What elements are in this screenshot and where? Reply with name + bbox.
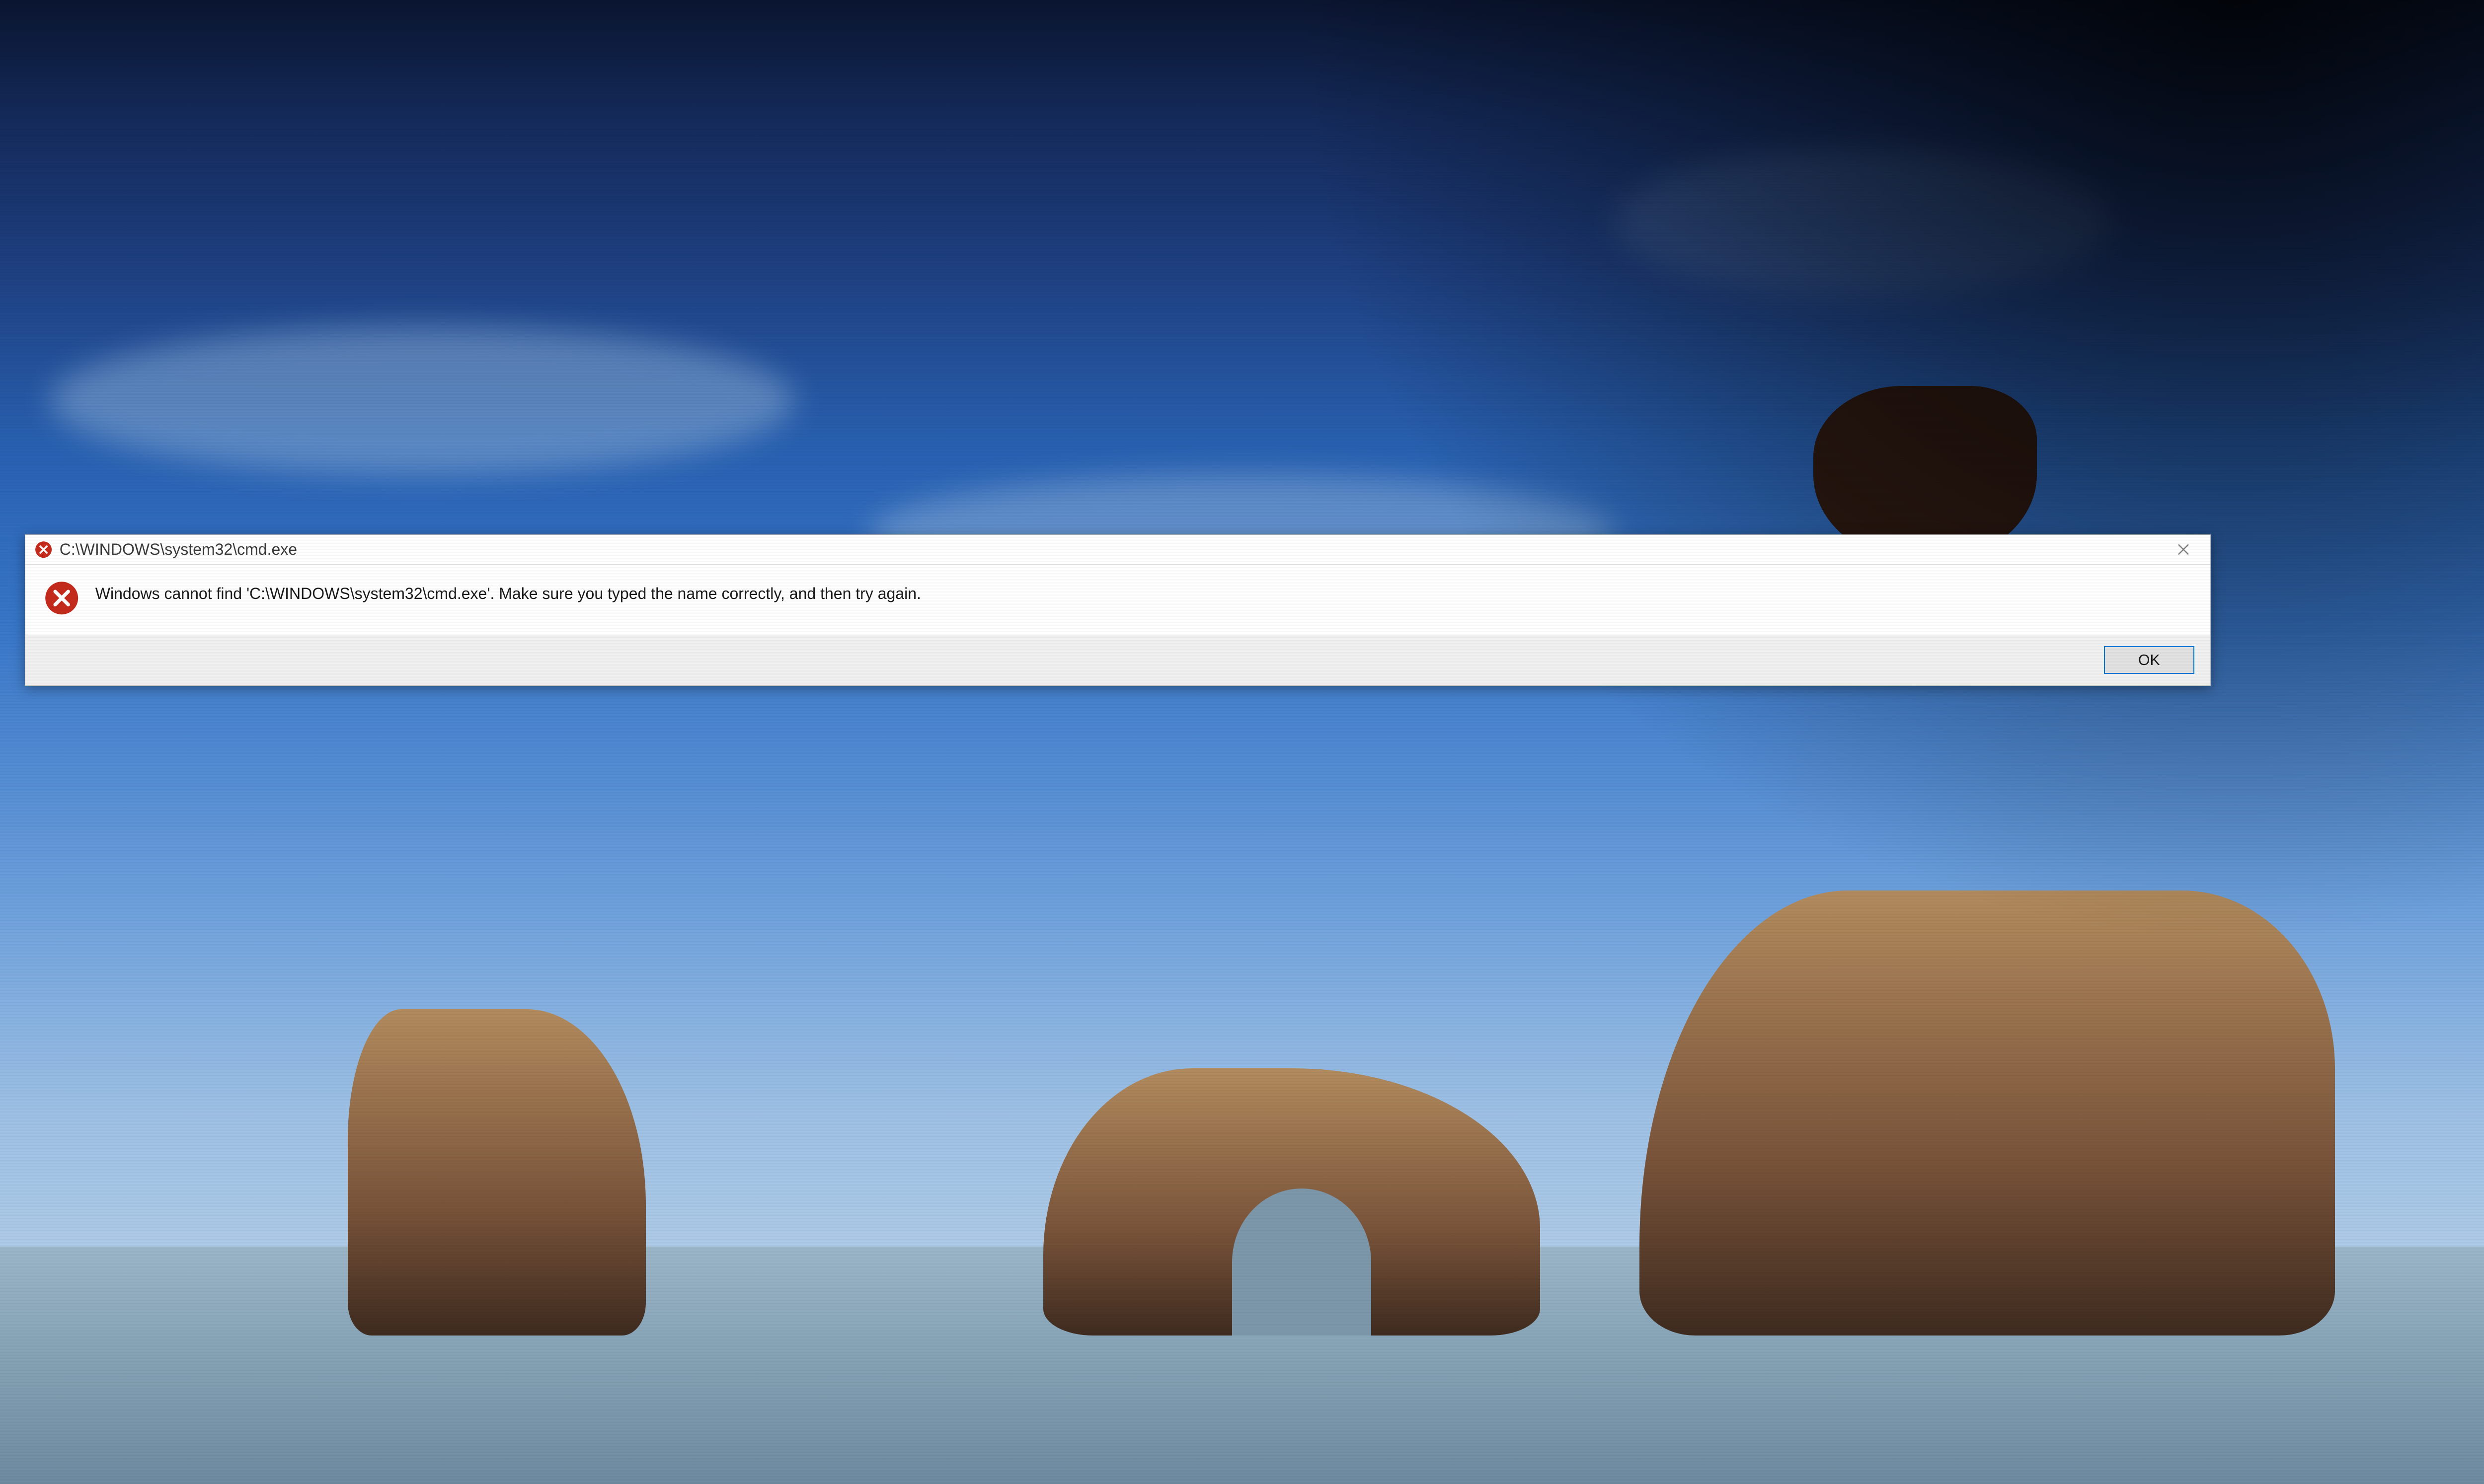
dialog-message: Windows cannot find 'C:\WINDOWS\system32…: [95, 581, 921, 604]
wallpaper-cloud: [50, 326, 795, 475]
error-icon: [44, 581, 79, 615]
wallpaper-rock: [348, 1009, 646, 1336]
dialog-button-row: OK: [25, 635, 2210, 685]
close-icon: [2177, 543, 2189, 555]
wallpaper-rock: [1639, 890, 2335, 1336]
dialog-title: C:\WINDOWS\system32\cmd.exe: [60, 540, 297, 559]
wallpaper-cloud: [1615, 148, 2111, 297]
error-dialog: C:\WINDOWS\system32\cmd.exe Windows cann…: [25, 534, 2211, 686]
dialog-body: Windows cannot find 'C:\WINDOWS\system32…: [25, 565, 2210, 635]
wallpaper-rock-arch: [1043, 1068, 1540, 1336]
dialog-titlebar[interactable]: C:\WINDOWS\system32\cmd.exe: [25, 535, 2210, 565]
error-icon: [35, 541, 52, 558]
ok-button[interactable]: OK: [2104, 646, 2194, 674]
close-button[interactable]: [2163, 537, 2204, 562]
